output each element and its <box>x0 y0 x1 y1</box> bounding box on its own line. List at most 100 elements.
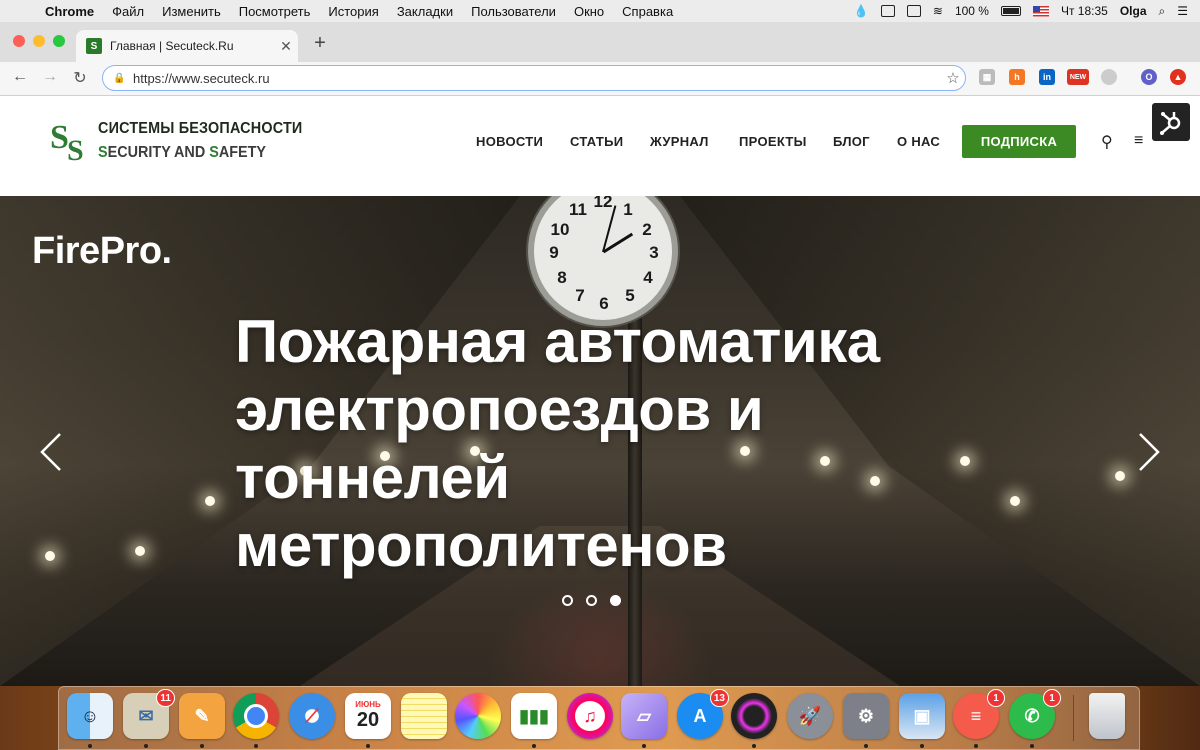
subscribe-button[interactable]: ПОДПИСКА <box>962 125 1076 158</box>
slider-prev-arrow-icon[interactable] <box>38 430 66 474</box>
menu-app-name[interactable]: Chrome <box>36 4 103 19</box>
tunnel-lamp <box>205 496 215 506</box>
spotlight-search-icon[interactable]: ⌕ <box>1159 4 1166 19</box>
address-bar-url[interactable]: https://www.secuteck.ru <box>133 71 941 86</box>
window-close-button[interactable] <box>13 35 25 47</box>
camera-app-icon[interactable] <box>731 693 777 748</box>
browser-tab-active[interactable]: S Главная | Secuteck.Ru ✕ <box>76 30 298 62</box>
address-bar[interactable]: 🔒 https://www.secuteck.ru ☆ <box>102 65 966 91</box>
settings-icon[interactable]: ⚙ <box>843 693 889 748</box>
nav-about[interactable]: О НАС <box>897 134 940 149</box>
linkedin-icon[interactable]: in <box>1039 69 1055 85</box>
numbers-icon[interactable]: ▮▮▮ <box>511 693 557 748</box>
profile-o-icon[interactable]: O <box>1141 69 1157 85</box>
window-minimize-button[interactable] <box>33 35 45 47</box>
itunes-icon[interactable]: ♫ <box>567 693 613 739</box>
menu-bookmarks[interactable]: Закладки <box>388 4 462 19</box>
hero-slider: 12 1 2 3 4 5 6 7 8 9 10 11 FirePro. Пожа… <box>0 196 1200 686</box>
slider-dot[interactable] <box>562 595 573 606</box>
nav-blog[interactable]: БЛОГ <box>833 134 870 149</box>
menu-file[interactable]: Файл <box>103 4 153 19</box>
photos-icon[interactable] <box>455 693 501 739</box>
launchpad-icon[interactable]: 🚀 <box>787 693 833 739</box>
logo-subtitle-s1: S <box>98 144 108 161</box>
menu-view[interactable]: Посмотреть <box>230 4 320 19</box>
reminders-badge: 1 <box>987 689 1005 707</box>
hero-headline-line: метрополитенов <box>235 512 727 579</box>
menubar-clock[interactable]: Чт 18:35 <box>1061 4 1108 18</box>
nav-news[interactable]: НОВОСТИ <box>476 134 543 149</box>
trash-icon[interactable] <box>1089 693 1125 739</box>
back-arrow-icon[interactable]: ← <box>10 68 30 86</box>
menubar-user[interactable]: Olga <box>1120 4 1147 18</box>
reload-icon[interactable]: ↻ <box>70 68 90 88</box>
circle-icon[interactable] <box>1101 69 1117 85</box>
hubspot-widget-icon[interactable] <box>1152 103 1190 141</box>
nav-projects[interactable]: ПРОЕКТЫ <box>739 134 807 149</box>
running-indicator <box>974 744 978 748</box>
new-badge-icon[interactable]: NEW <box>1067 69 1089 85</box>
logo-title[interactable]: СИСТЕМЫ БЕЗОПАСНОСТИ <box>98 120 302 138</box>
slider-next-arrow-icon[interactable] <box>1134 430 1162 474</box>
calendar-month: ИЮНЬ <box>355 700 381 709</box>
dock-separator <box>1073 695 1074 741</box>
hero-headline-line: Пожарная автоматика <box>235 308 880 375</box>
battery-icon[interactable] <box>1000 6 1021 16</box>
running-indicator <box>254 744 258 748</box>
slider-dot-active[interactable] <box>610 595 621 606</box>
app-store-icon[interactable]: A 13 <box>677 689 729 739</box>
menu-people[interactable]: Пользователи <box>462 4 565 19</box>
chrome-icon[interactable] <box>233 693 279 748</box>
reminders-icon[interactable]: ≡ 1 <box>953 689 1005 748</box>
running-indicator <box>88 744 92 748</box>
bookmark-star-icon[interactable]: ☆ <box>941 69 965 87</box>
pages-icon[interactable]: ✎ <box>179 693 225 748</box>
us-flag-input-icon[interactable] <box>1032 5 1049 17</box>
search-icon[interactable]: ⚲ <box>1101 132 1113 152</box>
hamburger-menu-icon[interactable]: ≡ <box>1134 132 1143 150</box>
hubspot-sprocket-icon <box>1160 112 1181 135</box>
calendar-icon[interactable]: ИЮНЬ 20 <box>345 693 391 748</box>
menu-edit[interactable]: Изменить <box>153 4 230 19</box>
station-clock-icon: 12 1 2 3 4 5 6 7 8 9 10 11 <box>528 196 678 326</box>
tab-close-icon[interactable]: ✕ <box>274 38 298 55</box>
menu-window[interactable]: Окно <box>565 4 613 19</box>
new-tab-button[interactable]: + <box>308 32 332 55</box>
macos-menubar: Chrome Файл Изменить Посмотреть История … <box>0 0 1200 23</box>
whatsapp-icon[interactable]: ✆ 1 <box>1009 689 1061 748</box>
finder-icon[interactable]: ☺ <box>67 693 113 748</box>
hero-headline[interactable]: Пожарная автоматика электропоездов и тон… <box>235 308 995 580</box>
tab-title: Главная | Secuteck.Ru <box>110 39 234 53</box>
logo-ss-icon[interactable]: S S <box>50 118 92 162</box>
logo-subtitle[interactable]: SECURITY AND SAFETY <box>98 144 266 162</box>
drop-icon[interactable]: 💧 <box>854 4 869 18</box>
running-indicator <box>1030 744 1034 748</box>
menu-history[interactable]: История <box>319 4 387 19</box>
page-icon[interactable]: ▦ <box>979 69 995 85</box>
notification-center-icon[interactable]: ☰ <box>1177 4 1188 18</box>
preview-icon[interactable]: ▣ <box>899 693 945 748</box>
keyboard-icon[interactable] <box>906 5 921 17</box>
wifi-icon[interactable]: ≋ <box>933 4 943 18</box>
mail-badge: 11 <box>156 689 175 707</box>
running-indicator <box>532 744 536 748</box>
airplay-icon[interactable] <box>880 5 895 17</box>
site-header: S S СИСТЕМЫ БЕЗОПАСНОСТИ SECURITY AND SA… <box>0 96 1200 196</box>
hubspot-icon[interactable]: h <box>1009 69 1025 85</box>
battery-percent[interactable]: 100 % <box>955 4 989 18</box>
folder-icon[interactable]: ▱ <box>621 693 667 748</box>
firepro-brand-logo: FirePro. <box>32 230 172 272</box>
nav-magazine[interactable]: ЖУРНАЛ <box>650 134 709 149</box>
tunnel-lamp <box>45 551 55 561</box>
menu-help[interactable]: Справка <box>613 4 682 19</box>
app-store-badge: 13 <box>709 689 729 707</box>
mail-icon[interactable]: ✉ 11 <box>123 689 175 748</box>
notes-icon[interactable] <box>401 693 447 739</box>
window-zoom-button[interactable] <box>53 35 65 47</box>
nav-articles[interactable]: СТАТЬИ <box>570 134 623 149</box>
macos-dock: ☺ ✉ 11 ✎ ⟋ ИЮНЬ 20 ▮▮▮ ♫ ▱ A 13 🚀 ⚙ ▣ ≡ 1 ✆ 1 <box>58 686 1140 750</box>
forward-arrow-icon[interactable]: → <box>40 68 60 86</box>
safari-icon[interactable]: ⟋ <box>289 693 335 739</box>
slider-dot[interactable] <box>586 595 597 606</box>
red-extension-icon[interactable]: ▲ <box>1170 69 1186 85</box>
